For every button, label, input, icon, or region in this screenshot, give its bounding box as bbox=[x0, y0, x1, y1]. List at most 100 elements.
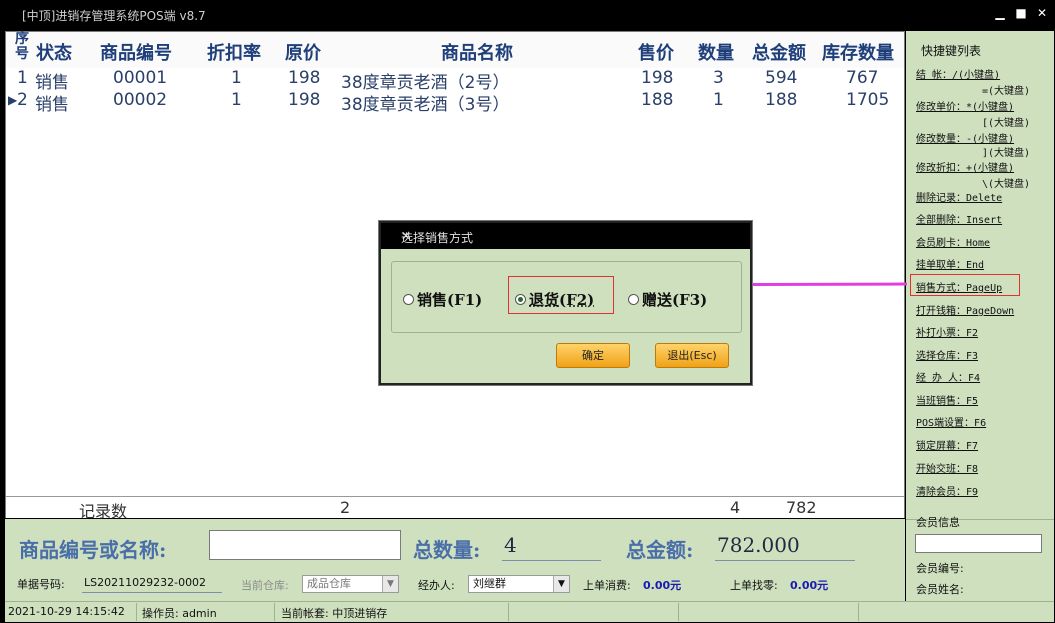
col-name[interactable]: 商品名称 bbox=[441, 39, 513, 65]
col-discount[interactable]: 折扣率 bbox=[207, 39, 261, 65]
cell-price: 188 bbox=[641, 90, 674, 110]
shortcut-edit-price[interactable]: 修改单价：*(小键盘) bbox=[916, 98, 1014, 113]
cell-discount: 1 bbox=[231, 68, 242, 88]
chevron-down-icon[interactable]: ▼ bbox=[553, 576, 569, 592]
footer-qty: 4 bbox=[730, 498, 741, 517]
shortcut-open-drawer[interactable]: 打开钱箱：PageDown bbox=[916, 302, 1014, 317]
close-icon[interactable]: ✕ bbox=[401, 229, 744, 243]
cell-amount: 594 bbox=[765, 68, 798, 88]
dialog-title-bar: 选择销售方式 ✕ bbox=[381, 223, 750, 249]
shortcut-edit-discount[interactable]: 修改折扣：+(小键盘) bbox=[916, 159, 1014, 174]
handler-select[interactable]: 刘继群 ▼ bbox=[468, 575, 570, 593]
col-status[interactable]: 状态 bbox=[36, 39, 72, 65]
cell-amount: 188 bbox=[765, 90, 798, 110]
col-orig-price[interactable]: 原价 bbox=[285, 39, 321, 65]
col-stock[interactable]: 库存数量 bbox=[822, 39, 894, 65]
radio-gift[interactable]: 赠送(F3) bbox=[628, 289, 707, 310]
shortcut-delete-all[interactable]: 全部删除：Insert bbox=[916, 211, 1002, 226]
shortcut-edit-qty[interactable]: 修改数量：-(小键盘) bbox=[916, 130, 1014, 145]
status-divider bbox=[858, 603, 859, 621]
pos-window: [中顶]进销存管理系统POS端 v8.7 ▁ ■ ✕ 序号 状态 商品编号 折扣… bbox=[0, 0, 1055, 623]
radio-gift-label: 赠送(F3) bbox=[642, 291, 708, 309]
col-amount[interactable]: 总金额 bbox=[752, 39, 806, 65]
grid-footer: 记录数 2 4 782 bbox=[6, 496, 904, 521]
cell-code: 00002 bbox=[113, 90, 168, 110]
shortcut-pos-settings[interactable]: POS端设置：F6 bbox=[916, 414, 986, 429]
status-operator: 操作员: admin bbox=[142, 607, 217, 620]
radio-gift-dot[interactable] bbox=[628, 294, 639, 305]
doc-no-label: 单据号码: bbox=[17, 578, 65, 591]
shortcut-edit-discount-alt: \(大键盘) bbox=[981, 179, 1030, 190]
shortcut-clear-member[interactable]: 清除会员：F9 bbox=[916, 483, 978, 498]
cell-seq: 2 bbox=[17, 90, 28, 110]
code-input[interactable] bbox=[209, 530, 401, 560]
col-qty[interactable]: 数量 bbox=[698, 39, 734, 65]
total-amount-label: 总金额: bbox=[626, 538, 694, 562]
shortcut-hold-order[interactable]: 挂单取单：End bbox=[916, 256, 984, 271]
cell-stock: 767 bbox=[846, 68, 879, 88]
cell-orig-price: 198 bbox=[288, 68, 321, 88]
footer-amount: 782 bbox=[786, 498, 817, 517]
shortcut-checkout-alt: =(大键盘) bbox=[981, 86, 1030, 97]
member-no-label: 会员编号: bbox=[916, 562, 964, 575]
maximize-button[interactable]: ■ bbox=[1014, 6, 1028, 20]
cell-status: 销售 bbox=[35, 95, 69, 115]
close-button[interactable]: ✕ bbox=[1035, 6, 1049, 20]
cell-qty: 1 bbox=[713, 90, 724, 110]
current-row-marker: ▶ bbox=[8, 93, 18, 107]
entry-area: 商品编号或名称: 总数量: 4 总金额: 782.000 单据号码: LS202… bbox=[5, 519, 905, 601]
return-highlight-box bbox=[508, 276, 614, 314]
cell-stock: 1705 bbox=[846, 90, 890, 110]
ok-button[interactable]: 确定 bbox=[556, 343, 630, 368]
shortcut-edit-price-alt: [(大键盘) bbox=[981, 118, 1030, 129]
shortcut-panel-title: 快捷键列表 bbox=[921, 44, 982, 58]
last-consume-value: 0.00元 bbox=[643, 579, 682, 592]
handler-value: 刘继群 bbox=[473, 577, 506, 590]
status-divider bbox=[508, 603, 509, 621]
shortcut-delete[interactable]: 删除记录：Delete bbox=[916, 189, 1002, 204]
status-datetime: 2021-10-29 14:15:42 bbox=[8, 605, 125, 618]
doc-no-value: LS20211029232-0002 bbox=[84, 576, 207, 589]
shortcut-warehouse[interactable]: 选择仓库：F3 bbox=[916, 347, 978, 362]
shortcut-reprint[interactable]: 补打小票：F2 bbox=[916, 324, 978, 339]
member-name-label: 会员姓名: bbox=[916, 583, 964, 596]
col-price[interactable]: 售价 bbox=[638, 39, 674, 65]
member-panel: 会员信息 会员编号: 会员姓名: bbox=[906, 516, 1054, 601]
shortcut-edit-qty-alt: ](大键盘) bbox=[981, 148, 1030, 159]
shortcut-panel: 快捷键列表 结 帐：/(小键盘) =(大键盘) 修改单价：*(小键盘) [(大键… bbox=[906, 31, 1054, 519]
member-input[interactable] bbox=[915, 534, 1042, 553]
radio-sale[interactable]: 销售(F1) bbox=[403, 289, 482, 310]
total-amount-underline bbox=[715, 560, 855, 561]
chevron-down-icon[interactable]: ▼ bbox=[382, 576, 398, 592]
cell-code: 00001 bbox=[113, 68, 168, 88]
shortcut-member-card[interactable]: 会员刷卡：Home bbox=[916, 234, 990, 249]
shortcut-handover[interactable]: 开始交班：F8 bbox=[916, 460, 978, 475]
shortcut-lock-screen[interactable]: 锁定屏幕：F7 bbox=[916, 437, 978, 452]
shortcut-checkout[interactable]: 结 帐：/(小键盘) bbox=[916, 66, 1000, 81]
grid-header: 序号 状态 商品编号 折扣率 原价 商品名称 售价 数量 总金额 库存数量 bbox=[6, 32, 904, 68]
total-qty-underline bbox=[502, 560, 601, 561]
total-qty-label: 总数量: bbox=[413, 538, 481, 562]
warehouse-label: 当前仓库: bbox=[241, 579, 289, 592]
cell-seq: 1 bbox=[17, 68, 28, 88]
code-label: 商品编号或名称: bbox=[19, 538, 167, 562]
last-change-label: 上单找零: bbox=[730, 579, 778, 592]
col-code[interactable]: 商品编号 bbox=[100, 39, 172, 65]
member-info-label: 会员信息 bbox=[916, 516, 960, 529]
shortcut-shift-sales[interactable]: 当班销售：F5 bbox=[916, 392, 978, 407]
warehouse-select[interactable]: 成品仓库 ▼ bbox=[302, 575, 399, 593]
record-count: 2 bbox=[340, 498, 351, 517]
handler-label: 经办人: bbox=[418, 579, 455, 592]
total-amount-value: 782.000 bbox=[717, 533, 800, 557]
cell-name: 38度章贡老酒（3号） bbox=[341, 95, 510, 115]
shortcut-handler[interactable]: 经 办 人：F4 bbox=[916, 369, 980, 384]
radio-sale-dot[interactable] bbox=[403, 294, 414, 305]
shortcut-sale-mode[interactable]: 销售方式：PageUp bbox=[916, 279, 1002, 294]
cancel-button[interactable]: 退出(Esc) bbox=[655, 343, 729, 368]
minimize-button[interactable]: ▁ bbox=[993, 6, 1007, 20]
title-bar: [中顶]进销存管理系统POS端 v8.7 ▁ ■ ✕ bbox=[0, 0, 1055, 30]
cell-price: 198 bbox=[641, 68, 674, 88]
col-seq[interactable]: 序号 bbox=[15, 32, 31, 62]
status-divider bbox=[274, 603, 275, 621]
sale-mode-dialog: 选择销售方式 ✕ 销售(F1) 退货(F2) 赠送(F3) 确定 退出(Esc) bbox=[379, 221, 752, 385]
